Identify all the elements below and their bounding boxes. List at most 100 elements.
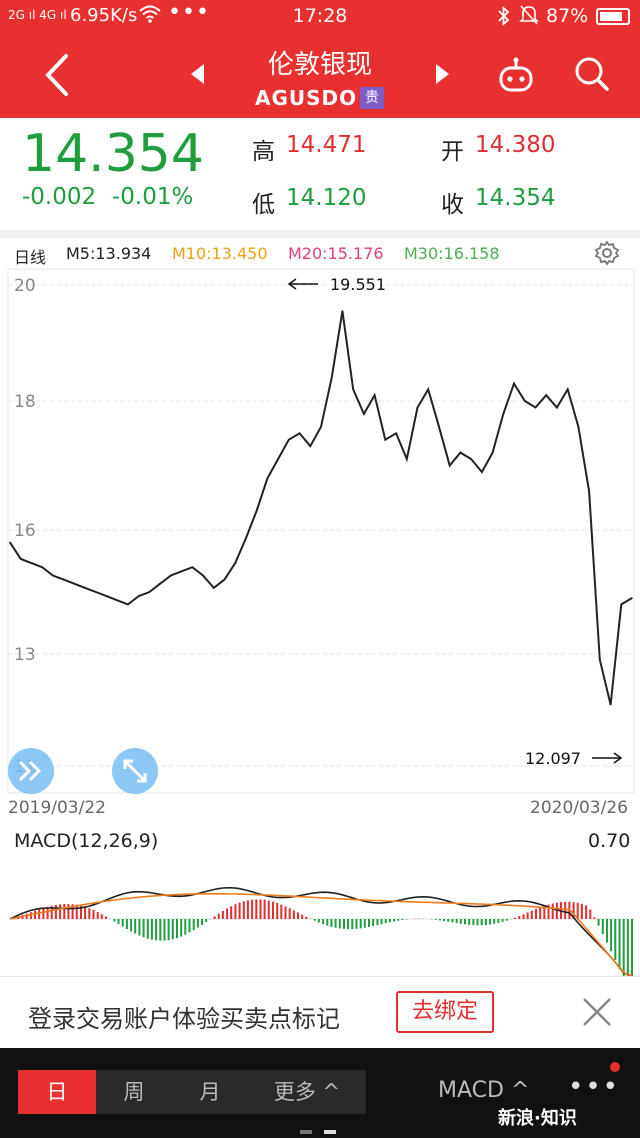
macd-bar	[251, 899, 254, 919]
macd-bar	[88, 908, 91, 919]
low-value: 14.120	[286, 185, 367, 211]
macd-bar	[301, 914, 304, 919]
macd-bar	[242, 901, 245, 919]
price-point	[191, 566, 194, 568]
bind-account-button[interactable]: 去绑定	[396, 991, 494, 1033]
macd-bar	[67, 904, 70, 919]
page-indicator	[300, 1130, 340, 1134]
macd-bar	[326, 919, 329, 926]
macd-bar	[113, 919, 116, 922]
macd-bar	[92, 910, 95, 919]
indicator-selector[interactable]: MACD ^	[438, 1078, 529, 1103]
tab-month[interactable]: 月	[172, 1070, 248, 1114]
price-point	[266, 477, 269, 480]
macd-bar	[338, 919, 341, 929]
macd-bar	[505, 919, 508, 921]
macd-chart[interactable]	[0, 855, 640, 976]
price-point	[202, 574, 204, 577]
macd-label: MACD(12,26,9)	[14, 830, 159, 852]
macd-bar	[84, 906, 87, 919]
macd-bar	[292, 910, 295, 919]
ma5-value: M5:13.934	[66, 244, 152, 263]
status-bar: 2G ıl 4G ıl 6.95K/s ••• 17:28 87%	[0, 0, 640, 34]
macd-bar	[201, 919, 203, 925]
macd-bar	[188, 919, 191, 933]
price-point	[137, 595, 140, 597]
price-point	[577, 426, 580, 428]
chart-grid	[8, 284, 634, 767]
quote-panel: 14.354 -0.002 -0.01% 高 14.471 开 14.380 低…	[0, 118, 640, 230]
macd-bar	[150, 919, 153, 940]
macd-bar	[205, 919, 208, 922]
max-value-label: 19.551	[330, 275, 386, 294]
macd-bar	[75, 904, 78, 919]
tab-day[interactable]: 日	[18, 1070, 96, 1114]
close-promo-button[interactable]	[580, 995, 614, 1029]
macd-bar	[263, 899, 266, 919]
price-point	[459, 451, 462, 454]
price-point	[395, 432, 397, 435]
macd-bar	[501, 919, 504, 922]
price-point	[105, 595, 108, 597]
period-label: 日线	[14, 248, 47, 267]
chart-settings-button[interactable]	[594, 240, 620, 266]
macd-bar	[355, 919, 358, 929]
macd-bar	[230, 906, 233, 919]
price-point	[416, 406, 419, 409]
macd-bar	[167, 919, 170, 941]
macd-bar	[459, 919, 462, 924]
gear-icon	[594, 240, 620, 266]
price-point	[438, 426, 440, 428]
macd-bar	[476, 919, 479, 926]
macd-bar	[631, 919, 633, 976]
more-options-button[interactable]: •••	[568, 1072, 620, 1102]
macd-bar	[317, 919, 320, 923]
tab-week[interactable]: 周	[96, 1070, 172, 1114]
macd-bar	[514, 917, 517, 919]
price-point	[223, 578, 226, 581]
macd-bar	[380, 919, 383, 925]
macd-bar	[105, 916, 107, 919]
low-label: 低	[252, 192, 275, 218]
macd-bar	[330, 919, 333, 927]
macd-bar	[117, 919, 120, 924]
expand-arrows-icon	[123, 759, 147, 783]
price-chart[interactable]: 2018161311 19.551 12.097	[0, 268, 640, 795]
tab-more[interactable]: 更多 ^	[248, 1070, 366, 1114]
search-button[interactable]	[572, 54, 612, 94]
expand-side-button[interactable]	[8, 748, 54, 794]
page-title: 伦敦银现	[267, 50, 372, 80]
price-point	[30, 562, 33, 564]
macd-bar	[238, 902, 241, 919]
price-point	[513, 382, 515, 385]
macd-bar	[451, 919, 454, 923]
macd-bar	[597, 919, 600, 926]
macd-bar	[443, 919, 446, 922]
price-point	[288, 438, 290, 441]
section-divider	[0, 230, 640, 238]
macd-bar	[401, 919, 404, 920]
macd-bar	[121, 919, 124, 927]
macd-bar	[280, 904, 283, 919]
app-root: 2G ıl 4G ıl 6.95K/s ••• 17:28 87% 伦敦银现 A…	[0, 0, 640, 1138]
assistant-button[interactable]	[496, 56, 536, 96]
min-value-label: 12.097	[525, 749, 581, 768]
macd-bar	[226, 908, 229, 919]
price-point	[298, 432, 301, 435]
macd-bar	[142, 919, 145, 938]
double-chevron-icon	[18, 760, 42, 782]
price-point	[352, 388, 355, 391]
macd-bar	[622, 919, 625, 976]
price-point	[373, 394, 376, 396]
price-point	[309, 445, 312, 447]
macd-bar	[180, 919, 183, 937]
macd-bar	[372, 919, 375, 927]
macd-bar	[125, 919, 128, 929]
chart-frame	[7, 268, 635, 794]
price-point	[320, 426, 322, 428]
fullscreen-button[interactable]	[112, 748, 158, 794]
max-annotation: 19.551	[287, 275, 386, 294]
macd-bar	[130, 919, 133, 932]
macd-bar	[626, 919, 629, 976]
next-instrument-button[interactable]	[432, 62, 452, 86]
